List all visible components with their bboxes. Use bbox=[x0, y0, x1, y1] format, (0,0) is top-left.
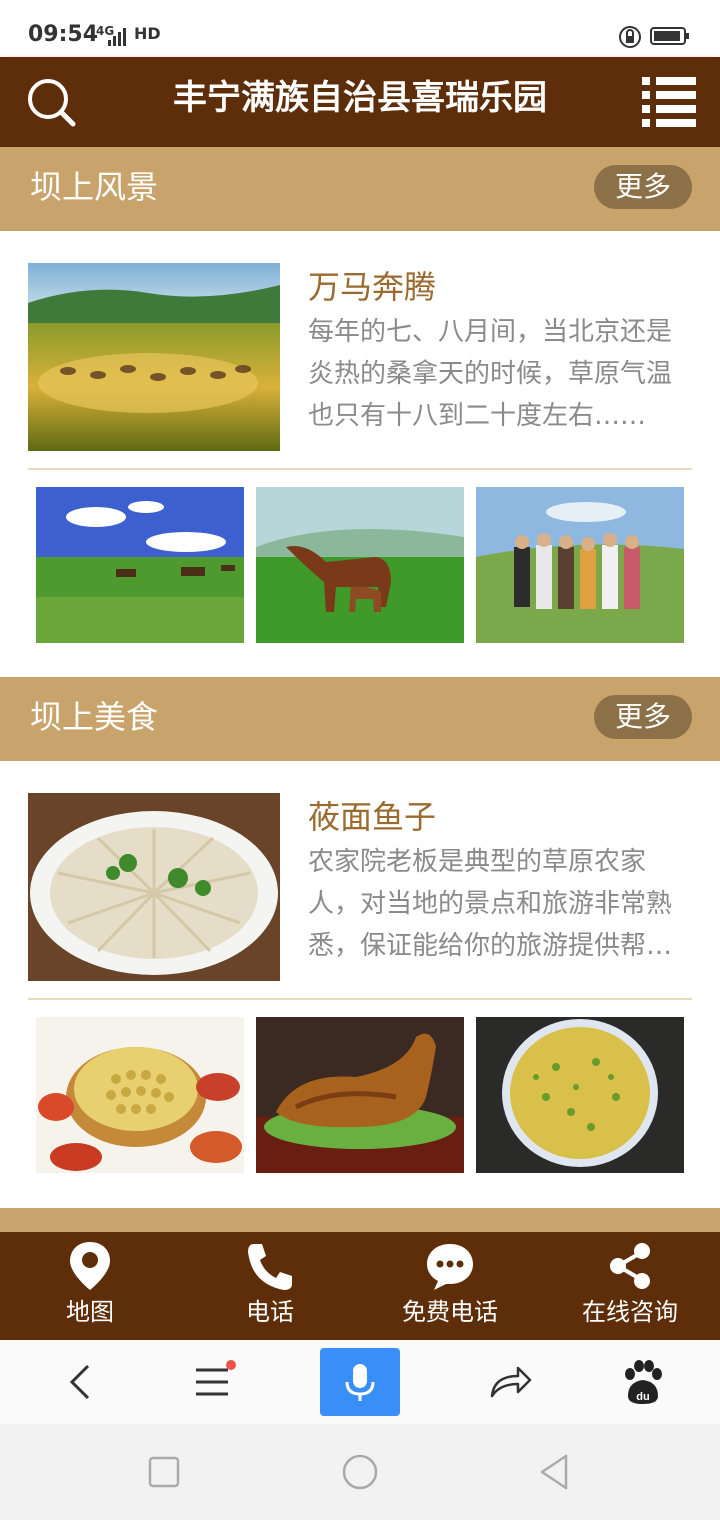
more-button[interactable]: 更多 bbox=[594, 165, 692, 209]
thumbnail-image[interactable] bbox=[256, 487, 464, 643]
section-title: 坝上美食 bbox=[30, 698, 159, 736]
map-pin-icon bbox=[70, 1242, 110, 1290]
section-header-food: 坝上美食 更多 bbox=[0, 677, 720, 761]
contact-label: 电话 bbox=[246, 1298, 294, 1326]
search-icon[interactable] bbox=[24, 75, 78, 129]
horse-foal-image bbox=[256, 487, 464, 643]
feature-title[interactable]: 莜面鱼子 bbox=[308, 795, 436, 839]
feature-title[interactable]: 万马奔腾 bbox=[308, 265, 436, 309]
recent-apps-icon[interactable] bbox=[142, 1452, 186, 1492]
group-photo-image bbox=[476, 487, 684, 643]
contact-map[interactable]: 地图 bbox=[0, 1232, 180, 1340]
system-nav-bar bbox=[0, 1424, 720, 1520]
battery-icon bbox=[650, 27, 689, 45]
browser-toolbar: du bbox=[0, 1340, 720, 1424]
thumbnail-image[interactable] bbox=[36, 1017, 244, 1173]
thumbnail-image[interactable] bbox=[476, 1017, 684, 1173]
phone-screen: 09:54 4G HD 丰宁满族自治县喜瑞乐园 坝上风景 更多 万马奔腾 每年的… bbox=[0, 0, 720, 1520]
feature-card-food[interactable]: 莜面鱼子 农家院老板是典型的草原农家人，对当地的景点和旅游非常熟悉，保证能给你的… bbox=[28, 793, 692, 983]
feature-image-horses[interactable] bbox=[28, 263, 280, 451]
section-header-scenery: 坝上风景 更多 bbox=[0, 147, 720, 231]
notification-dot bbox=[226, 1360, 236, 1370]
horses-grassland-image bbox=[28, 263, 280, 451]
divider bbox=[28, 468, 692, 470]
feature-description: 农家院老板是典型的草原农家人，对当地的景点和旅游非常熟悉，保证能给你的旅游提供帮… bbox=[308, 847, 673, 961]
status-bar: 09:54 4G HD bbox=[0, 0, 720, 57]
egg-pancake-image bbox=[476, 1017, 684, 1173]
thumbnail-image[interactable] bbox=[36, 487, 244, 643]
signal-icon bbox=[108, 28, 126, 46]
feature-card-scenery[interactable]: 万马奔腾 每年的七、八月间，当北京还是炎热的桑拿天的时候，草原气温也只有十八到二… bbox=[28, 263, 692, 453]
contact-bar: 地图 电话 免费电话 在线咨询 bbox=[0, 1232, 720, 1340]
page-title: 丰宁满族自治县喜瑞乐园 bbox=[173, 78, 547, 118]
contact-online[interactable]: 在线咨询 bbox=[540, 1232, 720, 1340]
contact-label: 免费电话 bbox=[402, 1298, 498, 1326]
phone-icon bbox=[248, 1244, 292, 1290]
svg-text:du: du bbox=[636, 1391, 649, 1403]
back-arrow-icon[interactable] bbox=[52, 1356, 108, 1408]
voice-search-button[interactable] bbox=[320, 1348, 400, 1416]
menu-list-icon[interactable] bbox=[640, 73, 698, 129]
status-time: 09:54 bbox=[28, 22, 99, 47]
chat-bubble-icon bbox=[427, 1244, 473, 1290]
share-icon bbox=[610, 1243, 650, 1289]
hd-indicator: HD bbox=[134, 24, 161, 43]
thumbnail-image[interactable] bbox=[476, 487, 684, 643]
oat-noodle-dish-image bbox=[28, 793, 280, 981]
home-icon[interactable] bbox=[338, 1452, 382, 1492]
grassland-horses-image bbox=[36, 487, 244, 643]
contact-free-call[interactable]: 免费电话 bbox=[360, 1232, 540, 1340]
feature-description: 每年的七、八月间，当北京还是炎热的桑拿天的时候，草原气温也只有十八到二十度左右…… bbox=[308, 317, 673, 431]
app-header: 丰宁满族自治县喜瑞乐园 bbox=[0, 57, 720, 147]
rotation-lock-icon bbox=[619, 26, 641, 48]
thumbnail-image[interactable] bbox=[256, 1017, 464, 1173]
more-button[interactable]: 更多 bbox=[594, 695, 692, 739]
contact-label: 在线咨询 bbox=[582, 1298, 678, 1326]
section-title: 坝上风景 bbox=[30, 168, 159, 206]
forward-share-icon[interactable] bbox=[482, 1356, 538, 1408]
microphone-icon bbox=[345, 1364, 375, 1401]
steamed-oat-rolls-image bbox=[36, 1017, 244, 1173]
feature-image-noodles[interactable] bbox=[28, 793, 280, 981]
contact-label: 地图 bbox=[66, 1298, 114, 1326]
roast-lamb-image bbox=[256, 1017, 464, 1173]
divider bbox=[28, 998, 692, 1000]
baidu-paw-icon[interactable]: du bbox=[614, 1356, 670, 1408]
back-nav-icon[interactable] bbox=[534, 1452, 578, 1492]
contact-phone[interactable]: 电话 bbox=[180, 1232, 360, 1340]
